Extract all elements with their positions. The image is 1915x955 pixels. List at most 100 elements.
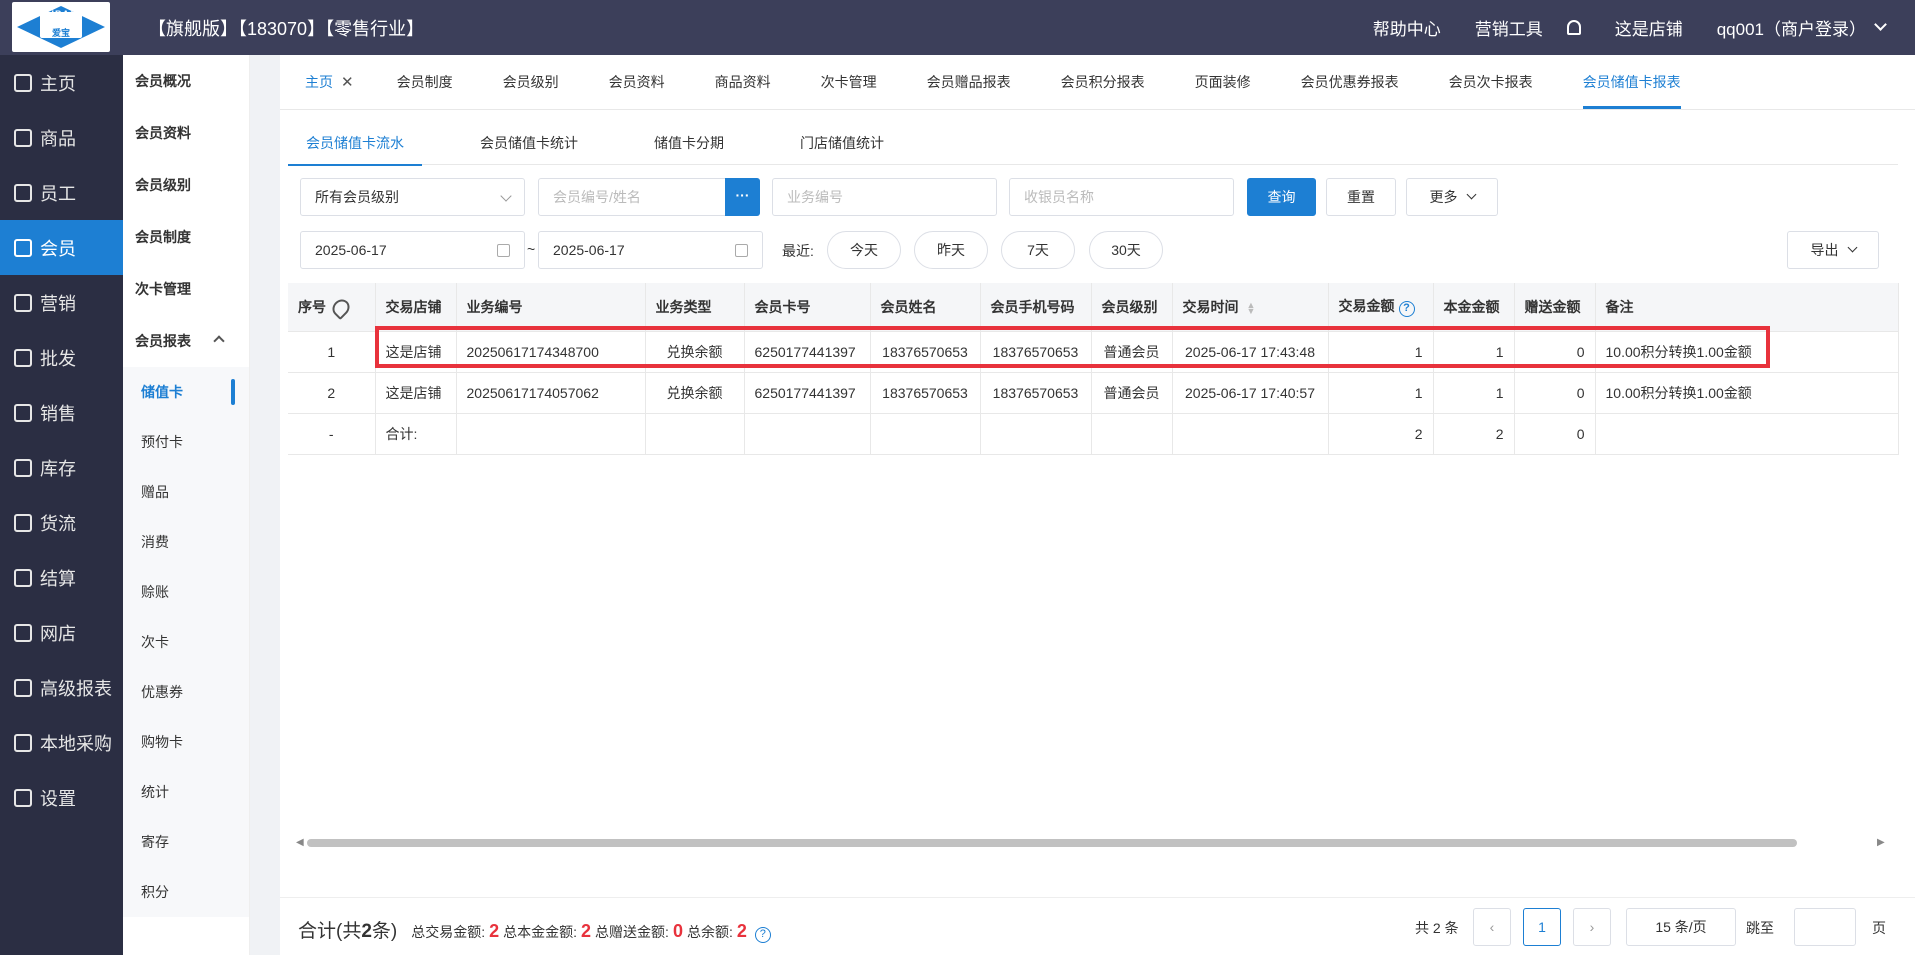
sidebar-item-webshop[interactable]: 网店 xyxy=(0,605,123,660)
horizontal-scrollbar[interactable] xyxy=(307,839,1797,847)
aibao-logo[interactable]: AIBAO 爱宝 xyxy=(12,2,110,52)
subnav-child-gift[interactable]: 赠品 xyxy=(123,467,249,517)
cell-empty xyxy=(645,413,745,455)
subtab-flow[interactable]: 会员储值卡流水 xyxy=(288,120,422,166)
sidebar-item-wholesale[interactable]: 批发 xyxy=(0,330,123,385)
7days-button[interactable]: 7天 xyxy=(1001,231,1075,269)
30days-button[interactable]: 30天 xyxy=(1089,231,1163,269)
tab-home[interactable]: 主页 ✕ xyxy=(305,54,379,109)
today-button[interactable]: 今天 xyxy=(827,231,901,269)
cell-empty xyxy=(1595,413,1899,455)
subnav-child-shopping-card[interactable]: 购物卡 xyxy=(123,717,249,767)
col-business-type: 业务类型 xyxy=(645,283,745,332)
subnav-item-level[interactable]: 会员级别 xyxy=(123,159,249,211)
date-from-input[interactable]: 2025-06-17 xyxy=(300,231,525,269)
yesterday-button[interactable]: 昨天 xyxy=(914,231,988,269)
subtab-stats[interactable]: 会员储值卡统计 xyxy=(462,120,596,165)
subnav-child-stored-card[interactable]: 储值卡 xyxy=(123,367,249,417)
reset-button[interactable]: 重置 xyxy=(1326,178,1396,216)
page-1-button[interactable]: 1 xyxy=(1523,908,1561,946)
export-button[interactable]: 导出 xyxy=(1787,231,1879,269)
subnav-child-consume[interactable]: 消费 xyxy=(123,517,249,567)
subnav-label: 会员报表 xyxy=(135,333,191,349)
next-page-button[interactable]: › xyxy=(1573,908,1611,946)
subnav-child-stats[interactable]: 统计 xyxy=(123,767,249,817)
table-row[interactable]: 2 这是店铺 20250617174057062 兑换余额 6250177441… xyxy=(288,372,1899,414)
scroll-left-icon[interactable]: ◀ xyxy=(296,837,304,848)
subnav-item-system[interactable]: 会员制度 xyxy=(123,211,249,263)
member-level-select[interactable]: 所有会员级别 xyxy=(300,178,525,216)
sidebar-item-goods[interactable]: 商品 xyxy=(0,110,123,165)
sidebar-item-stock[interactable]: 库存 xyxy=(0,440,123,495)
sidebar-item-member[interactable]: 会员 xyxy=(0,220,123,275)
cell-store: 这是店铺 xyxy=(375,372,457,414)
page-size-select[interactable]: 15 条/页 xyxy=(1626,908,1736,946)
tab-member-level[interactable]: 会员级别 xyxy=(503,54,584,109)
business-number-input[interactable]: 业务编号 xyxy=(772,178,997,216)
subtab-installment[interactable]: 储值卡分期 xyxy=(636,120,742,165)
tab-timecard-report[interactable]: 会员次卡报表 xyxy=(1449,54,1558,109)
sidebar-item-sales[interactable]: 销售 xyxy=(0,385,123,440)
help-icon[interactable]: ? xyxy=(754,927,771,943)
more-button[interactable]: 更多 xyxy=(1406,178,1498,216)
tab-member-profile[interactable]: 会员资料 xyxy=(609,54,690,109)
subnav-child-prepaid[interactable]: 预付卡 xyxy=(123,417,249,467)
megaphone-icon xyxy=(14,293,32,312)
help-icon[interactable]: ? xyxy=(1398,301,1415,318)
marketing-tools-link[interactable]: 营销工具 xyxy=(1475,15,1543,40)
placeholder: 业务编号 xyxy=(787,189,843,205)
sort-icon[interactable]: ▲ ▼ xyxy=(1247,301,1256,316)
tab-goods-profile[interactable]: 商品资料 xyxy=(715,54,796,109)
sidebar-item-settlement[interactable]: 结算 xyxy=(0,550,123,605)
subnav-child-timecard[interactable]: 次卡 xyxy=(123,617,249,667)
subnav-child-deposit[interactable]: 寄存 xyxy=(123,817,249,867)
sidebar-item-logistics[interactable]: 货流 xyxy=(0,495,123,550)
close-icon[interactable]: ✕ xyxy=(341,73,354,91)
tab-coupon-report[interactable]: 会员优惠券报表 xyxy=(1301,54,1424,109)
sidebar-item-staff[interactable]: 员工 xyxy=(0,165,123,220)
logo-text: AIBAO xyxy=(44,9,78,19)
store-name-link[interactable]: 这是店铺 xyxy=(1615,15,1683,40)
scroll-right-icon[interactable]: ▶ xyxy=(1877,837,1885,848)
subnav-child-coupon[interactable]: 优惠券 xyxy=(123,667,249,717)
date-to-input[interactable]: 2025-06-17 xyxy=(538,231,763,269)
wrench-icon[interactable] xyxy=(328,296,354,321)
subtab-store-stats[interactable]: 门店储值统计 xyxy=(782,120,902,165)
subnav-child-points[interactable]: 积分 xyxy=(123,867,249,917)
bell-icon[interactable] xyxy=(1566,20,1581,35)
tab-member-system[interactable]: 会员制度 xyxy=(397,54,478,109)
tab-page-decor[interactable]: 页面装修 xyxy=(1195,54,1276,109)
cell-empty xyxy=(456,413,646,455)
goto-page-input[interactable] xyxy=(1794,908,1856,946)
tab-timecard[interactable]: 次卡管理 xyxy=(821,54,902,109)
cell-member-level: 普通会员 xyxy=(1091,372,1173,414)
user-menu[interactable]: qq001（商户登录） xyxy=(1717,15,1866,40)
sidebar-item-home[interactable]: 主页 xyxy=(0,55,123,110)
sidebar-item-settings[interactable]: 设置 xyxy=(0,770,123,825)
sidebar-item-reports[interactable]: 高级报表 xyxy=(0,660,123,715)
sidebar-item-purchase[interactable]: 本地采购 xyxy=(0,715,123,770)
tab-points-report[interactable]: 会员积分报表 xyxy=(1061,54,1170,109)
prev-page-button[interactable]: ‹ xyxy=(1473,908,1511,946)
row-highlight-box xyxy=(375,326,1770,368)
help-center-link[interactable]: 帮助中心 xyxy=(1373,15,1441,40)
cashier-name-input[interactable]: 收银员名称 xyxy=(1009,178,1234,216)
subnav-child-credit[interactable]: 赊账 xyxy=(123,567,249,617)
member-picker-button[interactable]: ··· xyxy=(725,178,760,216)
tab-gift-report[interactable]: 会员赠品报表 xyxy=(927,54,1036,109)
chevron-down-icon[interactable] xyxy=(1874,18,1887,31)
query-button[interactable]: 查询 xyxy=(1247,178,1316,216)
gear-icon xyxy=(14,788,32,807)
sidebar-item-marketing[interactable]: 营销 xyxy=(0,275,123,330)
member-search-input[interactable]: 会员编号/姓名 ··· xyxy=(538,178,760,216)
subnav-item-timecard[interactable]: 次卡管理 xyxy=(123,263,249,315)
tab-stored-card-report[interactable]: 会员储值卡报表 xyxy=(1582,54,1706,109)
col-trade-time[interactable]: 交易时间 ▲ ▼ xyxy=(1172,283,1329,332)
cell-total-label: 合计: xyxy=(375,413,457,455)
subnav-item-profile[interactable]: 会员资料 xyxy=(123,107,249,159)
cell-gift-amount: 0 xyxy=(1514,372,1596,414)
chart-icon xyxy=(14,403,32,422)
subnav-item-overview[interactable]: 会员概况 xyxy=(123,55,249,107)
subnav-item-reports[interactable]: 会员报表 xyxy=(123,315,249,367)
col-member-phone: 会员手机号码 xyxy=(980,283,1092,332)
